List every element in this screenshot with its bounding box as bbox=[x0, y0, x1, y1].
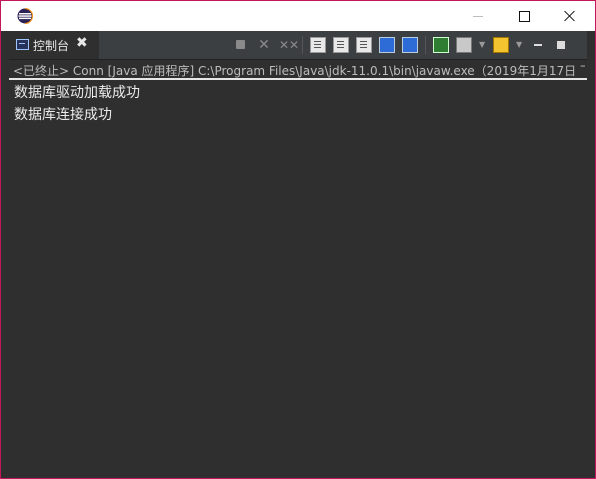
tab-console[interactable]: 控制台 ✖ bbox=[9, 31, 99, 59]
close-icon bbox=[564, 10, 576, 22]
scroll-lock-icon[interactable] bbox=[310, 37, 326, 53]
minimize-button[interactable] bbox=[455, 1, 501, 31]
minimize-icon bbox=[473, 15, 483, 17]
toolbar-separator bbox=[425, 36, 426, 54]
toolbar-separator bbox=[302, 36, 303, 54]
console-output-line: 数据库连接成功 bbox=[14, 107, 112, 123]
minimize-view-icon[interactable] bbox=[530, 37, 546, 53]
maximize-icon bbox=[518, 10, 530, 22]
console-launch-status: <已终止> Conn [Java 应用程序] C:\Program Files\… bbox=[13, 64, 585, 78]
open-console-icon[interactable] bbox=[456, 37, 472, 53]
close-button[interactable] bbox=[547, 1, 593, 31]
display-console-icon[interactable] bbox=[433, 37, 449, 53]
remove-all-terminated-icon[interactable]: ✕✕ bbox=[279, 37, 299, 53]
chevron-down-icon[interactable]: ▼ bbox=[516, 37, 524, 53]
console-icon bbox=[16, 39, 29, 50]
tab-close-icon[interactable]: ✖ bbox=[76, 35, 88, 51]
show-stdout-icon[interactable] bbox=[356, 37, 372, 53]
remove-launch-icon[interactable]: ✕ bbox=[256, 37, 272, 53]
console-output-line: 数据库驱动加载成功 bbox=[14, 85, 140, 101]
pin-console-icon[interactable] bbox=[402, 37, 418, 53]
new-console-icon[interactable] bbox=[493, 37, 509, 53]
show-stderr-icon[interactable] bbox=[379, 37, 395, 53]
maximize-view-icon[interactable] bbox=[553, 37, 569, 53]
console-toolbar: ✕ ✕✕ ▼ ▼ bbox=[233, 35, 576, 55]
console-output[interactable]: 数据库驱动加载成功 数据库连接成功 bbox=[9, 80, 587, 470]
word-wrap-icon[interactable] bbox=[333, 37, 349, 53]
tab-console-label: 控制台 bbox=[33, 39, 70, 53]
title-bar[interactable] bbox=[1, 1, 595, 31]
console-window: 控制台 ✖ ✕ ✕✕ ▼ ▼ <已终止> Conn [Java 应用程序] C:… bbox=[0, 0, 596, 479]
maximize-button[interactable] bbox=[501, 1, 547, 31]
chevron-down-icon[interactable]: ▼ bbox=[479, 37, 487, 53]
terminate-icon[interactable] bbox=[233, 37, 249, 53]
eclipse-icon bbox=[17, 8, 33, 24]
